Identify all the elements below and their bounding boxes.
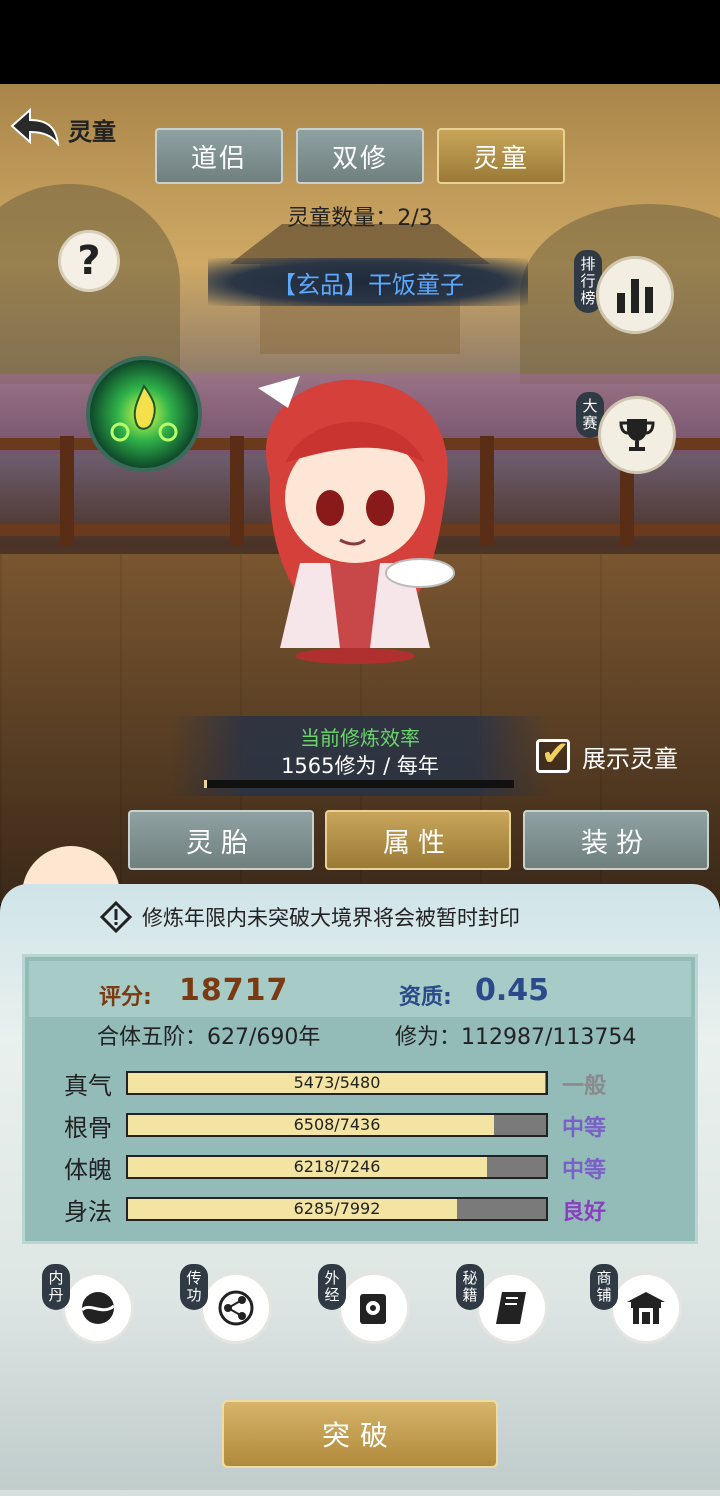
attr-bar: 6508/7436 — [126, 1113, 548, 1137]
attr-value: 6285/7992 — [293, 1199, 381, 1218]
attr-name: 身法 — [64, 1198, 112, 1226]
attr-bar: 5473/5480 — [126, 1071, 548, 1095]
attr-name: 根骨 — [64, 1114, 112, 1142]
score-value: 18717 — [179, 973, 289, 1008]
cultivation-progress-fill — [204, 780, 208, 788]
transfer-skill-button[interactable] — [200, 1272, 272, 1344]
railing-post — [60, 436, 74, 546]
tab-companion[interactable]: 道侣 — [155, 128, 283, 184]
breakthrough-button[interactable]: 突破 — [222, 1400, 498, 1468]
railing-post — [480, 436, 494, 546]
subtab-attributes[interactable]: 属性 — [325, 810, 511, 870]
aptitude-label: 资质: — [399, 985, 452, 1010]
warning-text: 修炼年限内未突破大境界将会被暂时封印 — [142, 906, 520, 930]
attr-grade: 中等 — [562, 1158, 607, 1183]
inner-pill-icon — [80, 1292, 115, 1324]
checkmark-icon: ✔ — [541, 734, 570, 774]
bar-chart-icon — [617, 279, 653, 313]
feature-tag: 传功 — [180, 1264, 208, 1310]
spirit-child-character[interactable] — [240, 368, 470, 668]
subtab-spirit-embryo[interactable]: 灵胎 — [128, 810, 314, 870]
attr-row-agility: 身法 6285/7992 良好 — [60, 1192, 640, 1226]
attr-bar: 6218/7246 — [126, 1155, 548, 1179]
skill-orb-icon[interactable] — [86, 356, 202, 472]
subtab-outfit[interactable]: 装扮 — [523, 810, 709, 870]
transfer-skill-icon — [218, 1290, 254, 1326]
attr-name: 体魄 — [64, 1156, 112, 1184]
help-icon[interactable]: ? — [58, 230, 120, 292]
cultivation-progress-bar — [204, 780, 514, 788]
feature-inner-pill[interactable]: 内丹 — [42, 1264, 142, 1346]
attr-row-physique: 体魄 6218/7246 中等 — [60, 1150, 640, 1184]
spirit-count: 灵童数量：2/3 — [287, 206, 433, 231]
back-label: 灵童 — [68, 118, 116, 146]
cultivation-rate-value: 1565修为 / 每年 — [281, 754, 439, 778]
shop-icon — [627, 1292, 665, 1324]
ranking-button[interactable] — [596, 256, 674, 334]
attr-bar: 6285/7992 — [126, 1197, 548, 1221]
attr-value: 6218/7246 — [293, 1157, 381, 1176]
flame-skill-icon — [110, 383, 178, 442]
secret-manual-button[interactable] — [476, 1272, 548, 1344]
seal-warning: 修炼年限内未突破大境界将会被暂时封印 — [100, 900, 620, 934]
attr-row-root-bone: 根骨 6508/7436 中等 — [60, 1108, 640, 1142]
feature-secret-manual[interactable]: 秘籍 — [456, 1264, 556, 1346]
feature-transfer-skill[interactable]: 传功 — [180, 1264, 280, 1346]
realm-info: 合体五阶：627/690年 — [97, 1025, 321, 1050]
tab-dual-cultivation[interactable]: 双修 — [296, 128, 424, 184]
shop-button[interactable] — [610, 1272, 682, 1344]
show-spirit-label: 展示灵童 — [582, 744, 678, 773]
contest-button[interactable] — [598, 396, 676, 474]
cultivation-rate-panel: 当前修炼效率 1565修为 / 每年 — [170, 716, 550, 796]
attr-value: 6508/7436 — [293, 1115, 381, 1134]
tab-spirit-child[interactable]: 灵童 — [437, 128, 565, 184]
feature-shop[interactable]: 商铺 — [590, 1264, 690, 1346]
spirit-name: 【玄品】干饭童子 — [272, 270, 464, 299]
warning-icon — [100, 901, 132, 933]
cultivation-info: 修为：112987/113754 — [395, 1025, 637, 1050]
feature-tag: 秘籍 — [456, 1264, 484, 1310]
back-arrow-icon[interactable] — [8, 106, 62, 146]
feature-tag: 内丹 — [42, 1264, 70, 1310]
cultivation-rate-title: 当前修炼效率 — [300, 726, 420, 750]
aptitude-value: 0.45 — [475, 973, 550, 1008]
top-black-bar — [0, 0, 720, 84]
outer-scripture-button[interactable] — [338, 1272, 410, 1344]
score-row: 评分: 18717 资质: 0.45 — [29, 961, 691, 1017]
attr-value: 5473/5480 — [293, 1073, 381, 1092]
attr-grade: 良好 — [562, 1200, 607, 1225]
spirit-name-banner: 【玄品】干饭童子 — [208, 258, 528, 306]
attr-name: 真气 — [64, 1072, 112, 1100]
score-label: 评分: — [99, 985, 152, 1010]
feature-tag: 商铺 — [590, 1264, 618, 1310]
scroll-icon — [360, 1294, 386, 1324]
show-spirit-toggle[interactable]: ✔ 展示灵童 — [536, 734, 696, 778]
show-spirit-checkbox[interactable]: ✔ — [536, 734, 570, 774]
attr-grade: 中等 — [562, 1116, 607, 1141]
back-nav[interactable]: 灵童 — [0, 98, 160, 154]
attr-grade: 一般 — [562, 1074, 607, 1099]
book-icon — [496, 1292, 526, 1324]
feature-outer-scripture[interactable]: 外经 — [318, 1264, 418, 1346]
inner-pill-button[interactable] — [62, 1272, 134, 1344]
attr-row-true-qi: 真气 5473/5480 一般 — [60, 1066, 640, 1100]
feature-tag: 外经 — [318, 1264, 346, 1310]
trophy-icon — [619, 419, 655, 451]
